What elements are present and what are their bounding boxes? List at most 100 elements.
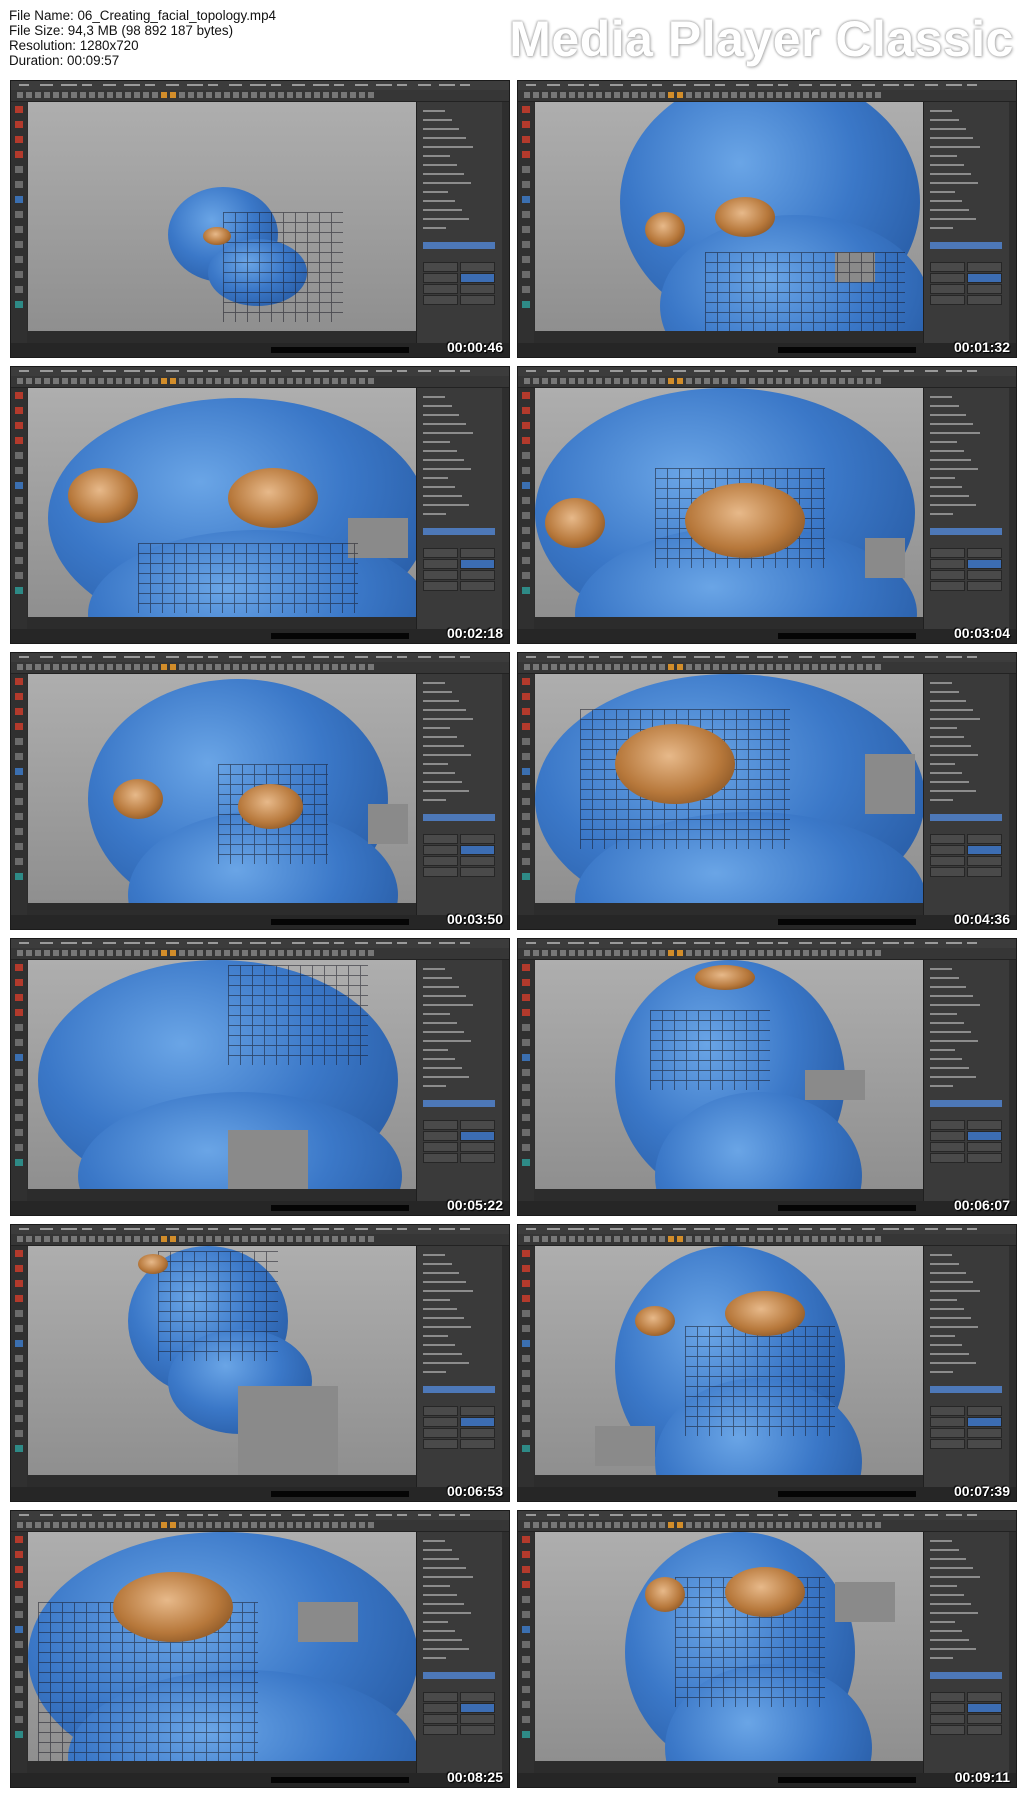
selection-field[interactable] bbox=[930, 1100, 1002, 1107]
panel-tool-button[interactable] bbox=[423, 284, 458, 294]
viewport[interactable] bbox=[28, 960, 418, 1189]
selection-field[interactable] bbox=[423, 1386, 495, 1393]
panel-tool-button[interactable] bbox=[930, 1406, 965, 1416]
panel-tool-button[interactable] bbox=[930, 548, 965, 558]
viewport[interactable] bbox=[535, 1246, 925, 1475]
video-thumbnail[interactable]: 00:03:50 bbox=[10, 652, 510, 930]
viewport[interactable] bbox=[535, 674, 925, 903]
panel-tool-button[interactable] bbox=[967, 1406, 1002, 1416]
panel-tool-button[interactable] bbox=[460, 284, 495, 294]
panel-tool-button[interactable] bbox=[460, 262, 495, 272]
panel-tool-button[interactable] bbox=[967, 570, 1002, 580]
panel-tool-button[interactable] bbox=[423, 845, 458, 855]
panel-tool-button[interactable] bbox=[930, 1417, 965, 1427]
panel-tool-button[interactable] bbox=[967, 1417, 1002, 1427]
panel-tool-button[interactable] bbox=[460, 1417, 495, 1427]
panel-tool-button[interactable] bbox=[967, 548, 1002, 558]
selection-field[interactable] bbox=[423, 1672, 495, 1679]
panel-tool-button[interactable] bbox=[423, 867, 458, 877]
panel-tool-button[interactable] bbox=[930, 1703, 965, 1713]
panel-tool-button[interactable] bbox=[460, 1428, 495, 1438]
panel-tool-button[interactable] bbox=[930, 1142, 965, 1152]
viewport[interactable] bbox=[28, 388, 418, 617]
panel-tool-button[interactable] bbox=[460, 1153, 495, 1163]
panel-tool-button[interactable] bbox=[967, 1692, 1002, 1702]
panel-tool-button[interactable] bbox=[967, 581, 1002, 591]
viewport[interactable] bbox=[535, 102, 925, 331]
panel-tool-button[interactable] bbox=[423, 1692, 458, 1702]
panel-tool-button[interactable] bbox=[423, 1439, 458, 1449]
panel-tool-button[interactable] bbox=[967, 284, 1002, 294]
panel-tool-button[interactable] bbox=[930, 1120, 965, 1130]
panel-tool-button[interactable] bbox=[423, 1703, 458, 1713]
panel-tool-button[interactable] bbox=[423, 273, 458, 283]
panel-tool-button[interactable] bbox=[930, 570, 965, 580]
panel-tool-button[interactable] bbox=[460, 1439, 495, 1449]
panel-tool-button[interactable] bbox=[460, 581, 495, 591]
panel-tool-button[interactable] bbox=[930, 559, 965, 569]
panel-tool-button[interactable] bbox=[967, 1725, 1002, 1735]
viewport[interactable] bbox=[28, 674, 418, 903]
viewport[interactable] bbox=[28, 1246, 418, 1475]
viewport[interactable] bbox=[28, 1532, 418, 1761]
panel-tool-button[interactable] bbox=[423, 581, 458, 591]
video-thumbnail[interactable]: 00:09:11 bbox=[517, 1510, 1017, 1788]
panel-tool-button[interactable] bbox=[460, 559, 495, 569]
panel-tool-button[interactable] bbox=[460, 1120, 495, 1130]
video-thumbnail[interactable]: 00:04:36 bbox=[517, 652, 1017, 930]
panel-tool-button[interactable] bbox=[967, 262, 1002, 272]
video-thumbnail[interactable]: 00:07:39 bbox=[517, 1224, 1017, 1502]
video-thumbnail[interactable]: 00:05:22 bbox=[10, 938, 510, 1216]
panel-tool-button[interactable] bbox=[967, 273, 1002, 283]
selection-field[interactable] bbox=[423, 528, 495, 535]
panel-tool-button[interactable] bbox=[460, 295, 495, 305]
panel-tool-button[interactable] bbox=[967, 1703, 1002, 1713]
panel-tool-button[interactable] bbox=[930, 295, 965, 305]
panel-tool-button[interactable] bbox=[423, 856, 458, 866]
panel-tool-button[interactable] bbox=[460, 1703, 495, 1713]
panel-tool-button[interactable] bbox=[930, 1428, 965, 1438]
panel-tool-button[interactable] bbox=[930, 845, 965, 855]
selection-field[interactable] bbox=[423, 1100, 495, 1107]
panel-tool-button[interactable] bbox=[423, 1406, 458, 1416]
panel-tool-button[interactable] bbox=[930, 1692, 965, 1702]
selection-field[interactable] bbox=[930, 1672, 1002, 1679]
selection-field[interactable] bbox=[930, 242, 1002, 249]
panel-tool-button[interactable] bbox=[967, 856, 1002, 866]
panel-tool-button[interactable] bbox=[967, 1428, 1002, 1438]
viewport[interactable] bbox=[535, 960, 925, 1189]
selection-field[interactable] bbox=[930, 1386, 1002, 1393]
panel-tool-button[interactable] bbox=[423, 548, 458, 558]
panel-tool-button[interactable] bbox=[460, 548, 495, 558]
panel-tool-button[interactable] bbox=[967, 1439, 1002, 1449]
panel-tool-button[interactable] bbox=[423, 559, 458, 569]
panel-tool-button[interactable] bbox=[423, 262, 458, 272]
panel-tool-button[interactable] bbox=[460, 1714, 495, 1724]
panel-tool-button[interactable] bbox=[967, 834, 1002, 844]
video-thumbnail[interactable]: 00:02:18 bbox=[10, 366, 510, 644]
selection-field[interactable] bbox=[423, 814, 495, 821]
panel-tool-button[interactable] bbox=[460, 1131, 495, 1141]
panel-tool-button[interactable] bbox=[423, 1120, 458, 1130]
panel-tool-button[interactable] bbox=[930, 834, 965, 844]
selection-field[interactable] bbox=[930, 528, 1002, 535]
panel-tool-button[interactable] bbox=[930, 867, 965, 877]
panel-tool-button[interactable] bbox=[930, 1131, 965, 1141]
panel-tool-button[interactable] bbox=[967, 1153, 1002, 1163]
panel-tool-button[interactable] bbox=[423, 1714, 458, 1724]
panel-tool-button[interactable] bbox=[930, 1153, 965, 1163]
panel-tool-button[interactable] bbox=[460, 867, 495, 877]
video-thumbnail[interactable]: 00:01:32 bbox=[517, 80, 1017, 358]
video-thumbnail[interactable]: 00:00:46 bbox=[10, 80, 510, 358]
panel-tool-button[interactable] bbox=[930, 581, 965, 591]
panel-tool-button[interactable] bbox=[423, 1725, 458, 1735]
panel-tool-button[interactable] bbox=[423, 295, 458, 305]
panel-tool-button[interactable] bbox=[930, 1725, 965, 1735]
panel-tool-button[interactable] bbox=[930, 262, 965, 272]
panel-tool-button[interactable] bbox=[423, 834, 458, 844]
panel-tool-button[interactable] bbox=[460, 570, 495, 580]
selection-field[interactable] bbox=[930, 814, 1002, 821]
panel-tool-button[interactable] bbox=[930, 273, 965, 283]
panel-tool-button[interactable] bbox=[460, 845, 495, 855]
video-thumbnail[interactable]: 00:06:07 bbox=[517, 938, 1017, 1216]
